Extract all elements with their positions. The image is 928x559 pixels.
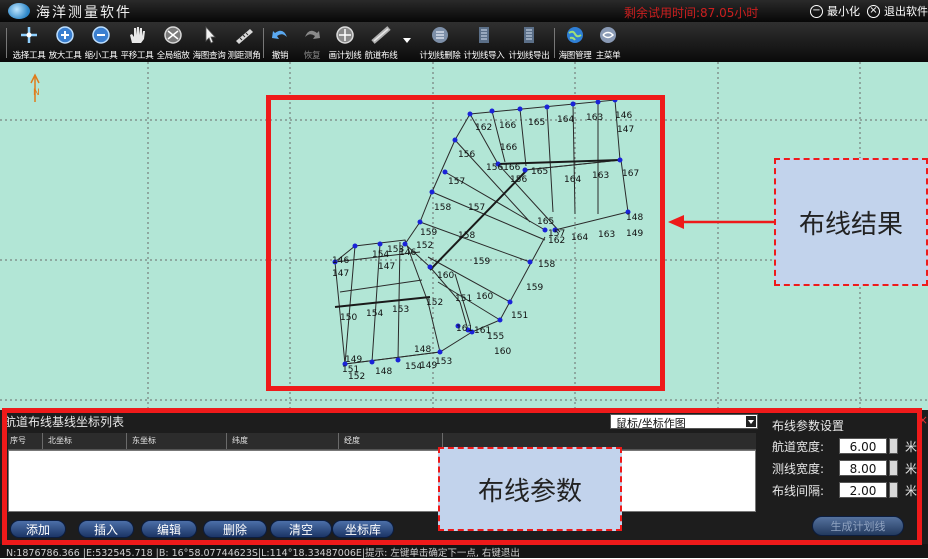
export-icon — [524, 27, 534, 43]
hand-icon — [130, 27, 145, 43]
app-title: 海洋测量软件 — [36, 5, 132, 21]
toolbar-divider — [554, 28, 555, 58]
undo-icon — [272, 30, 287, 39]
tool-label: 画计划线 — [328, 51, 362, 61]
minimize-label: 最小化 — [827, 5, 860, 18]
zoom-out-icon — [92, 26, 110, 44]
minimize-icon: − — [810, 4, 823, 18]
tool-label: 撤销 — [271, 51, 289, 61]
global-zoom-tool-button[interactable]: 全局缩放 — [155, 22, 191, 62]
measure-tool-button[interactable]: 测距测角 — [227, 22, 261, 62]
toolbar-divider — [6, 28, 7, 58]
zoom-out-tool-button[interactable]: 缩小工具 — [83, 22, 119, 62]
undo-button[interactable]: 撤销 — [266, 22, 294, 62]
redo-button[interactable]: 恢复 — [298, 22, 326, 62]
tool-label: 航道布线 — [364, 51, 398, 61]
delete-plan-line-button[interactable]: 计划线删除 — [419, 22, 461, 62]
tool-label: 放大工具 — [48, 51, 82, 61]
exit-button[interactable]: × 退出软件 — [867, 3, 928, 19]
main-menu-icon — [600, 27, 616, 43]
select-tool-button[interactable]: 选择工具 — [11, 22, 47, 62]
chart-manage-icon — [567, 27, 583, 43]
main-menu-button[interactable]: 主菜单 — [593, 22, 623, 62]
minimize-button[interactable]: − 最小化 — [810, 3, 860, 19]
close-icon: × — [867, 4, 880, 18]
title-bar — [0, 0, 928, 22]
north-label: N — [33, 88, 40, 98]
result-highlight-box — [266, 95, 665, 391]
export-plan-line-button[interactable]: 计划线导出 — [508, 22, 550, 62]
tool-label: 海图查询 — [192, 51, 226, 61]
tool-label: 主菜单 — [595, 51, 621, 61]
app-logo-icon — [8, 3, 30, 19]
toolbar: 选择工具 放大工具 缩小工具 平移工具 全局缩放 海图查询 测距测角 撤销 恢复… — [0, 22, 928, 62]
tool-label: 缩小工具 — [84, 51, 118, 61]
param-callout: 布线参数 — [438, 447, 622, 531]
chart-management-button[interactable]: 海图管理 — [557, 22, 593, 62]
zoom-in-tool-button[interactable]: 放大工具 — [47, 22, 83, 62]
result-callout: 布线结果 — [774, 158, 928, 286]
tool-label: 计划线导出 — [508, 51, 550, 61]
route-dropdown-arrow-icon[interactable] — [403, 38, 411, 43]
draw-plan-line-button[interactable]: 画计划线 — [327, 22, 363, 62]
chart-query-tool-button[interactable]: 海图查询 — [191, 22, 227, 62]
import-icon — [479, 27, 489, 43]
import-plan-line-button[interactable]: 计划线导入 — [463, 22, 505, 62]
query-pointer-icon — [205, 25, 216, 44]
route-icon — [371, 26, 391, 44]
tool-label: 海图管理 — [558, 51, 592, 61]
redo-icon — [305, 30, 320, 39]
tool-label: 平移工具 — [120, 51, 154, 61]
draw-line-icon — [336, 26, 354, 44]
callout-arrow-icon — [668, 215, 774, 229]
globe-zoom-icon — [164, 26, 182, 44]
delete-line-icon — [432, 27, 448, 43]
toolbar-divider — [263, 28, 264, 58]
route-layout-button[interactable]: 航道布线 — [363, 22, 399, 62]
tool-label: 计划线删除 — [419, 51, 461, 61]
tool-label: 计划线导入 — [463, 51, 505, 61]
zoom-in-icon — [56, 26, 74, 44]
trial-remaining-text: 剩余试用时间:87.05小时 — [624, 6, 759, 20]
tool-label: 选择工具 — [12, 51, 46, 61]
exit-label: 退出软件 — [884, 5, 928, 18]
cross-arrow-icon — [21, 27, 37, 43]
status-text: N:1876786.366 |E:532545.718 |B: 16°58.07… — [6, 548, 520, 559]
tool-label: 恢复 — [303, 51, 321, 61]
tool-label: 测距测角 — [227, 51, 261, 61]
pan-tool-button[interactable]: 平移工具 — [119, 22, 155, 62]
tool-label: 全局缩放 — [156, 51, 190, 61]
ruler-icon — [236, 29, 253, 44]
